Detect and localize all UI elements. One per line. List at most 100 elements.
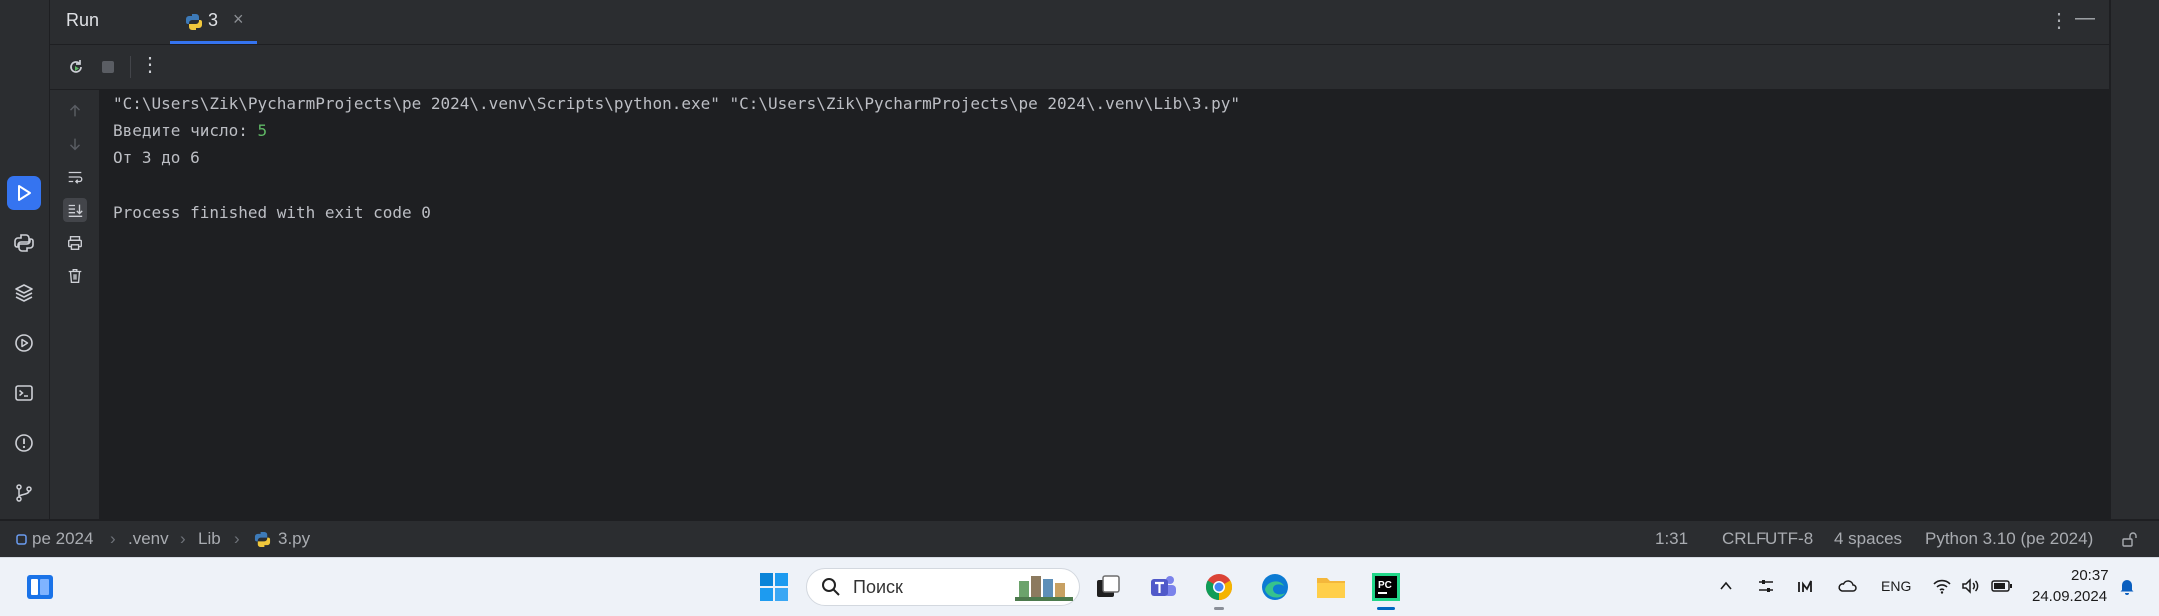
teams-button[interactable] [1145,569,1181,605]
console-user-input: 5 [257,121,268,140]
search-highlight-icon [1015,576,1073,601]
minimize-icon[interactable]: — [2075,7,2095,30]
search-placeholder: Поиск [853,577,903,597]
task-view-icon [1097,575,1120,597]
soft-wrap-icon [68,171,83,184]
warning-circle-icon [15,434,33,452]
stop-button[interactable] [98,57,118,77]
python-packages-button[interactable] [7,276,41,310]
widgets-button[interactable] [22,569,58,605]
scroll-to-end-icon [68,204,83,217]
version-control-button[interactable] [7,476,41,510]
scroll-up-button[interactable] [63,99,87,123]
breadcrumb-project[interactable]: pe 2024 [32,529,93,549]
pycharm-icon: PC [1372,573,1400,601]
teams-icon [1151,576,1176,596]
layers-icon [15,284,33,302]
console-side-toolbar [50,90,100,519]
printer-icon [68,236,82,250]
run-toolbar: ⋮ [50,45,2109,90]
clear-all-button[interactable] [63,264,87,288]
windows-taskbar: Поиск PC ENG 20:37 24.09.2024 [0,557,2159,616]
chevron-up-icon[interactable] [1718,578,1734,594]
rerun-button[interactable] [66,57,86,77]
clock-date[interactable]: 24.09.2024 [2032,588,2107,605]
run-panel-header: Run 3 × ⋮ — [50,0,2109,45]
problems-button[interactable] [7,426,41,460]
print-button[interactable] [63,231,87,255]
project-icon [16,534,27,545]
panel-title: Run [66,10,100,30]
notification-bell-icon[interactable] [2117,576,2137,596]
run-icon [18,185,31,201]
chevron-right-icon: › [110,529,116,548]
file-encoding[interactable]: UTF-8 [1765,529,1813,549]
chevron-right-icon: › [234,529,240,548]
terminal-button[interactable] [7,376,41,410]
arrow-down-icon [69,138,81,151]
python-console-button[interactable] [7,226,41,260]
toolbar-more-icon[interactable]: ⋮ [140,54,160,76]
edge-button[interactable] [1257,569,1293,605]
python-icon [14,234,34,252]
more-options-icon[interactable]: ⋮ [2049,8,2069,33]
battery-icon[interactable] [1991,578,2013,594]
soft-wrap-button[interactable] [63,165,87,189]
arrow-up-icon [69,104,81,117]
console-result: От 3 до 6 [113,148,200,167]
services-icon [15,334,33,352]
services-button[interactable] [7,326,41,360]
chrome-icon [1205,574,1233,601]
edge-icon [1262,574,1288,600]
folder-icon [1317,578,1345,598]
breadcrumb-lib[interactable]: Lib [198,529,221,549]
file-explorer-button[interactable] [1313,569,1349,605]
stop-icon [102,61,114,73]
widgets-icon [27,575,53,599]
python-file-icon [186,14,202,30]
clock-time[interactable]: 20:37 [2071,567,2109,584]
start-button[interactable] [756,569,792,605]
python-file-icon [254,531,271,548]
status-bar: pe 2024 › .venv › Lib › 3.py 1:31 CRLF U… [0,520,2159,558]
running-indicator [1214,607,1224,610]
performance-icon[interactable] [1797,577,1815,595]
line-separator[interactable]: CRLF [1722,529,1766,549]
tab-run-config[interactable]: 3 × [170,0,257,44]
taskbar-search[interactable]: Поиск [806,568,1080,606]
console-output[interactable]: "C:\Users\Zik\PycharmProjects\pe 2024\.v… [100,90,2109,519]
chrome-button[interactable] [1201,569,1237,610]
scroll-to-end-button[interactable] [63,198,87,222]
console-command-line: "C:\Users\Zik\PycharmProjects\pe 2024\.v… [113,94,1241,113]
svg-text:PC: PC [1378,580,1392,591]
onedrive-cloud-icon[interactable] [1837,577,1857,595]
readonly-toggle-icon[interactable] [2120,531,2138,549]
wifi-icon[interactable] [1932,577,1952,595]
task-view-button[interactable] [1090,569,1126,605]
pycharm-button[interactable]: PC [1368,569,1404,610]
terminal-icon [15,385,33,401]
breadcrumb-venv[interactable]: .venv [128,529,169,549]
indent-setting[interactable]: 4 spaces [1834,529,1902,549]
settings-sliders-icon[interactable] [1757,577,1775,595]
windows-logo-icon [760,573,788,601]
input-language[interactable]: ENG [1881,578,1911,594]
run-tool-button[interactable] [7,176,41,210]
python-interpreter[interactable]: Python 3.10 (pe 2024) [1925,529,2093,549]
rerun-icon [70,60,82,73]
trash-icon [68,269,82,283]
volume-icon[interactable] [1961,577,1981,595]
active-tab-indicator [170,41,257,44]
tab-label: 3 [208,10,219,30]
breadcrumb-file[interactable]: 3.py [278,529,310,549]
console-exit-message: Process finished with exit code 0 [113,203,431,222]
scroll-down-button[interactable] [63,132,87,156]
console-prompt: Введите число: [113,121,258,140]
toolbar-separator [130,56,131,78]
caret-position[interactable]: 1:31 [1655,529,1688,549]
right-tool-strip [2110,0,2159,519]
left-tool-strip [0,0,50,519]
console-prompt-line: Введите число: 5 [113,121,267,140]
close-icon[interactable]: × [233,9,244,30]
search-icon [822,578,840,596]
